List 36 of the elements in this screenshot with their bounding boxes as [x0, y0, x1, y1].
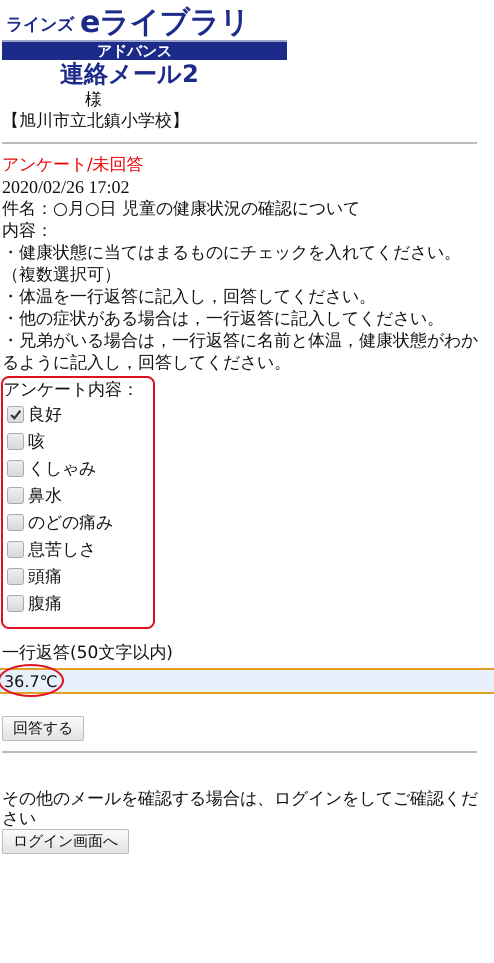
login-button[interactable]: ログイン画面へ [2, 829, 129, 854]
recipient-honorific: 様 [85, 90, 103, 110]
logo-product: eライブラリ [80, 6, 250, 40]
option-label: くしゃみ [28, 458, 96, 480]
message-subject: 件名：○月○日 児童の健康状況の確認について [2, 198, 362, 220]
option-label: 良好 [28, 404, 62, 426]
logo-brand: ラインズ [6, 14, 74, 37]
body-label: 内容： [2, 220, 54, 242]
checkbox[interactable] [7, 433, 24, 450]
submit-button[interactable]: 回答する [2, 716, 84, 741]
logo-service: 連絡メール2 [59, 60, 200, 88]
reply-label: 一行返答(50文字以内) [2, 643, 174, 663]
checkbox[interactable] [7, 487, 24, 504]
checkbox[interactable] [7, 595, 24, 612]
footer-text: その他のメールを確認する場合は、ログインをしてご確認ください [2, 789, 479, 829]
body-line: ・兄弟がいる場合は，一行返答に名前と体温，健康状態がわかるように記入し，回答してください。 [2, 330, 479, 374]
survey-label: アンケート内容： [3, 379, 140, 401]
checkbox[interactable] [7, 406, 24, 423]
body-line: ・体温を一行返答に記入し，回答してください。 [2, 286, 377, 308]
option-label: 腹痛 [28, 593, 62, 615]
checkbox[interactable] [7, 460, 24, 477]
option-label: 息苦しさ [28, 539, 96, 561]
option-label: 頭痛 [28, 566, 62, 588]
reply-field[interactable]: 36.7℃ [0, 668, 494, 694]
school-name: 【旭川市立北鎮小学校】 [2, 110, 190, 132]
checkbox[interactable] [7, 541, 24, 558]
body-line: ・健康状態に当てはまるものにチェックを入れてください。（複数選択可） [2, 242, 462, 286]
option-label: 咳 [28, 431, 45, 453]
option-label: のどの痛み [28, 512, 113, 534]
checkbox[interactable] [7, 568, 24, 585]
message-status: アンケート/未回答 [2, 154, 145, 176]
option-label: 鼻水 [28, 485, 62, 507]
message-datetime: 2020/02/26 17:02 [2, 176, 131, 198]
checkbox[interactable] [7, 514, 24, 531]
body-line: ・他の症状がある場合は，一行返答に記入してください。 [2, 308, 445, 330]
logo-subtitle: アドバンス [2, 42, 287, 60]
